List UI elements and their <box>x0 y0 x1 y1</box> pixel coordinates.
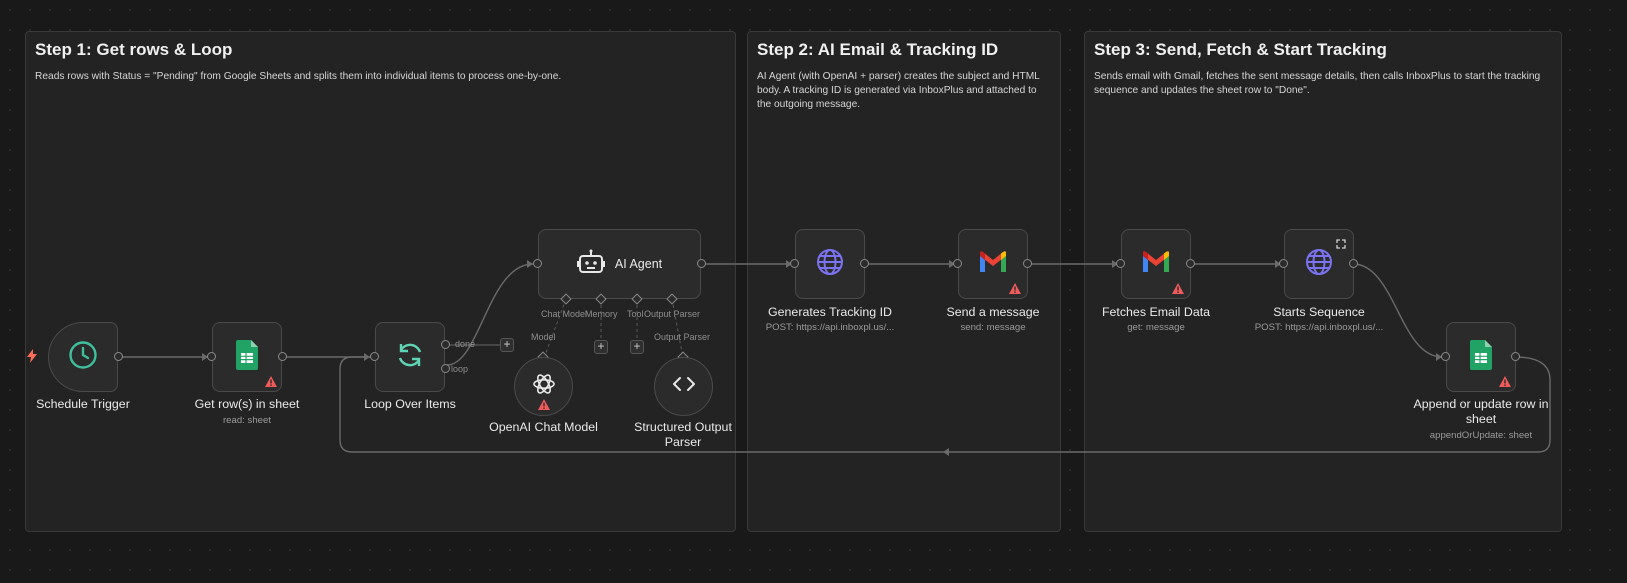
warning-icon[interactable] <box>1172 281 1184 299</box>
add-memory-button[interactable]: + <box>594 340 608 354</box>
refresh-icon <box>395 340 425 375</box>
input-handle[interactable] <box>1116 259 1125 268</box>
node-label: Append or update row in sheet <box>1413 397 1549 426</box>
ai-agent-node[interactable]: AI Agent <box>538 229 701 299</box>
input-handle[interactable] <box>1279 259 1288 268</box>
input-handle[interactable] <box>533 259 542 268</box>
globe-icon <box>815 247 845 282</box>
port-label-output-parser: Output Parser <box>644 309 701 319</box>
gmail-icon <box>978 250 1008 279</box>
structured-output-parser-node[interactable] <box>654 357 713 416</box>
output-handle[interactable] <box>278 352 287 361</box>
port-label-memory: Memory <box>585 309 618 319</box>
output-handle[interactable] <box>1349 259 1358 268</box>
node-label: Generates Tracking ID <box>768 305 892 319</box>
warning-icon[interactable] <box>1499 374 1511 392</box>
warning-icon[interactable] <box>265 374 277 392</box>
warning-icon[interactable] <box>538 397 550 415</box>
google-sheets-icon <box>236 339 258 375</box>
node-label: Send a message <box>946 305 1040 319</box>
node-label: Structured Output Parser <box>634 420 732 449</box>
robot-icon <box>576 248 605 281</box>
google-sheets-icon <box>1470 339 1492 375</box>
port-label-output-parser: Output Parser <box>654 332 711 342</box>
code-icon <box>672 375 696 398</box>
node-subtitle: POST: https://api.inboxpl.us/... <box>1254 322 1384 333</box>
port-label-chat-model: Chat Model <box>541 309 587 319</box>
output-label-loop: loop <box>451 364 469 374</box>
node-subtitle: POST: https://api.inboxpl.us/... <box>765 322 895 333</box>
input-handle[interactable] <box>370 352 379 361</box>
expand-icon[interactable] <box>1336 236 1346 254</box>
input-handle[interactable] <box>953 259 962 268</box>
input-handle[interactable] <box>790 259 799 268</box>
schedule-trigger-node[interactable] <box>48 322 118 392</box>
input-handle[interactable] <box>207 352 216 361</box>
wire-loop-agent <box>446 263 534 366</box>
add-tool-button[interactable]: + <box>630 340 644 354</box>
node-subtitle: get: message <box>1127 322 1185 333</box>
node-label: OpenAI Chat Model <box>489 420 598 434</box>
output-handle[interactable] <box>1511 352 1520 361</box>
output-handle-loop[interactable] <box>441 364 450 373</box>
schedule-trigger-lightning-icon <box>26 349 38 368</box>
output-handle[interactable] <box>1023 259 1032 268</box>
node-label: Loop Over Items <box>364 397 456 411</box>
output-handle-done[interactable] <box>441 340 450 349</box>
warning-icon[interactable] <box>1009 281 1021 299</box>
port-label-model: Model <box>531 332 556 342</box>
node-subtitle: appendOrUpdate: sheet <box>1429 430 1533 441</box>
node-subtitle: read: sheet <box>222 415 271 426</box>
output-handle[interactable] <box>114 352 123 361</box>
globe-icon <box>1304 247 1334 282</box>
node-label: Schedule Trigger <box>36 397 130 411</box>
node-subtitle: send: message <box>960 322 1026 333</box>
output-handle[interactable] <box>860 259 869 268</box>
output-handle[interactable] <box>697 259 706 268</box>
add-node-button[interactable]: + <box>500 338 514 352</box>
generates-tracking-id-node[interactable] <box>795 229 865 299</box>
node-label: Fetches Email Data <box>1101 305 1211 319</box>
node-label: AI Agent <box>614 257 663 271</box>
node-label: Starts Sequence <box>1273 305 1365 319</box>
loop-over-items-node[interactable] <box>375 322 445 392</box>
output-label-done: done <box>455 339 476 349</box>
node-label: Get row(s) in sheet <box>194 397 300 411</box>
output-handle[interactable] <box>1186 259 1195 268</box>
clock-icon <box>68 340 98 375</box>
gmail-icon <box>1141 250 1171 279</box>
input-handle[interactable] <box>1441 352 1450 361</box>
